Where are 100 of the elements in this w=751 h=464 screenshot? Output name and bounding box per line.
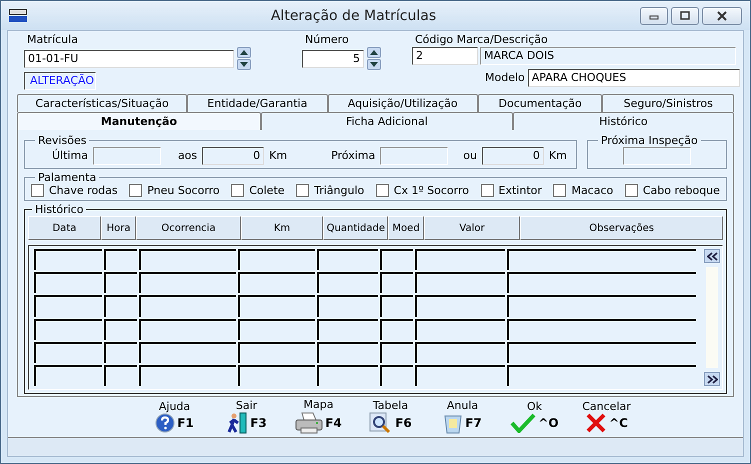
toolbar-button[interactable]: Cancelar ^C — [578, 401, 636, 433]
help-icon — [155, 413, 176, 433]
table-cell — [104, 249, 138, 270]
table-cell — [104, 342, 138, 363]
window-title: Alteração de Matrículas — [270, 8, 438, 24]
cancel-icon — [585, 413, 608, 433]
table-cell — [104, 364, 138, 386]
column-header[interactable]: Moed — [388, 216, 424, 240]
group-title: Próxima Inspeção — [600, 134, 699, 147]
column-header[interactable]: Hora — [100, 216, 136, 240]
checkbox-label: Colete — [249, 184, 285, 197]
input-field[interactable]: 5 — [302, 50, 364, 68]
tab[interactable]: Documentação — [478, 94, 602, 112]
spin-down-button[interactable] — [367, 59, 381, 70]
scroll-down-button[interactable] — [704, 372, 720, 386]
column-header[interactable]: Valor — [424, 216, 520, 240]
table-cell — [380, 295, 414, 317]
table-cell — [34, 295, 102, 317]
checkbox[interactable] — [129, 184, 142, 197]
table-cell — [380, 342, 414, 363]
minimize-button[interactable] — [640, 6, 668, 24]
checkbox[interactable] — [480, 184, 494, 197]
column-header[interactable]: Observações — [520, 216, 723, 240]
toolbar-button[interactable]: Tabela F6 — [362, 400, 420, 434]
checkbox[interactable] — [296, 184, 310, 197]
walking-person-icon — [226, 412, 248, 434]
spin-up-button[interactable] — [237, 47, 251, 58]
field-label: Próxima — [330, 149, 376, 163]
checkbox-label: Chave rodas — [49, 184, 118, 197]
spin-up-button[interactable] — [367, 47, 381, 58]
checkbox[interactable] — [231, 184, 244, 197]
toolbar-button[interactable]: Anula F7 — [434, 400, 492, 434]
maximize-icon — [679, 10, 691, 20]
field-label: Número — [304, 33, 350, 47]
checkbox[interactable] — [376, 184, 389, 197]
table-cell — [34, 272, 102, 294]
table-cell — [104, 295, 138, 317]
km-field: 0 — [202, 147, 264, 165]
table-cell — [34, 318, 102, 340]
spin-down-button[interactable] — [237, 59, 251, 70]
table-cell — [317, 342, 378, 363]
input-field[interactable]: APARA CHOQUES — [528, 69, 740, 87]
field-label: Matrícula — [26, 33, 79, 47]
column-header[interactable]: Ocorrencia — [136, 216, 241, 240]
tab[interactable]: Manutenção — [17, 112, 261, 130]
group-title: Revisões — [37, 134, 88, 147]
checkbox-label: Triângulo — [314, 184, 364, 197]
column-header[interactable]: Data — [28, 216, 101, 240]
field-label: Modelo — [484, 71, 526, 85]
checkbox-label: Extintor — [498, 184, 542, 197]
up-arrow-icon — [240, 50, 248, 55]
toolbar-button[interactable]: Sair F3 — [218, 400, 276, 434]
table-cell — [380, 249, 414, 270]
table-cell — [34, 342, 102, 363]
table-cell — [380, 318, 414, 340]
mode-indicator: ALTERAÇÃO — [24, 72, 96, 90]
scroll-up-button[interactable] — [704, 249, 720, 263]
checkbox-label: Pneu Socorro — [147, 184, 220, 197]
table-cell — [317, 318, 378, 340]
tab[interactable]: Entidade/Garantia — [187, 94, 328, 112]
field-label: Última — [51, 149, 89, 163]
toolbar-button[interactable]: Ok ^O — [506, 401, 564, 433]
date-field — [622, 147, 691, 165]
checkbox-label: Macaco — [571, 184, 614, 197]
tab[interactable]: Histórico — [512, 112, 734, 130]
up-arrow-icon — [370, 50, 378, 55]
unit-label: Km — [268, 149, 288, 163]
input-field[interactable]: 2 — [412, 47, 478, 65]
checkmark-icon — [510, 413, 536, 433]
km-field: 0 — [482, 147, 544, 165]
close-button[interactable] — [702, 6, 742, 24]
tab[interactable]: Características/Situação — [17, 94, 188, 112]
checkbox[interactable] — [553, 184, 566, 197]
down-arrow-icon — [370, 62, 378, 67]
field-label: Código Marca/Descrição — [414, 33, 549, 47]
field-label: ou — [462, 149, 478, 163]
table-cell — [317, 272, 378, 294]
toolbar-button[interactable]: Mapa F4 — [290, 399, 348, 435]
table-cell — [317, 295, 378, 317]
tab[interactable]: Aquisição/Utilização — [328, 94, 478, 112]
table-cell — [380, 364, 414, 386]
tab[interactable]: Ficha Adicional — [260, 112, 513, 130]
tab[interactable]: Seguro/Sinistros — [602, 94, 734, 112]
unit-label: Km — [548, 149, 568, 163]
field-label: aos — [176, 149, 198, 163]
maximize-button[interactable] — [671, 6, 699, 24]
column-header[interactable]: Km — [240, 216, 324, 240]
description-field: MARCA DOIS — [480, 47, 736, 65]
checkbox-label: Cx 1º Socorro — [394, 184, 469, 197]
date-field — [380, 147, 448, 165]
down-arrow-icon — [240, 62, 248, 67]
checkbox[interactable] — [624, 184, 638, 197]
toolbar-button[interactable]: Ajuda F1 — [146, 401, 204, 433]
input-field[interactable]: 01-01-FU — [24, 50, 234, 68]
table-cell — [104, 272, 138, 294]
table-cell — [317, 249, 378, 270]
table-cell — [34, 364, 102, 386]
checkbox[interactable] — [31, 184, 44, 197]
table-cell — [380, 272, 414, 294]
column-header[interactable]: Quantidade — [323, 216, 388, 240]
